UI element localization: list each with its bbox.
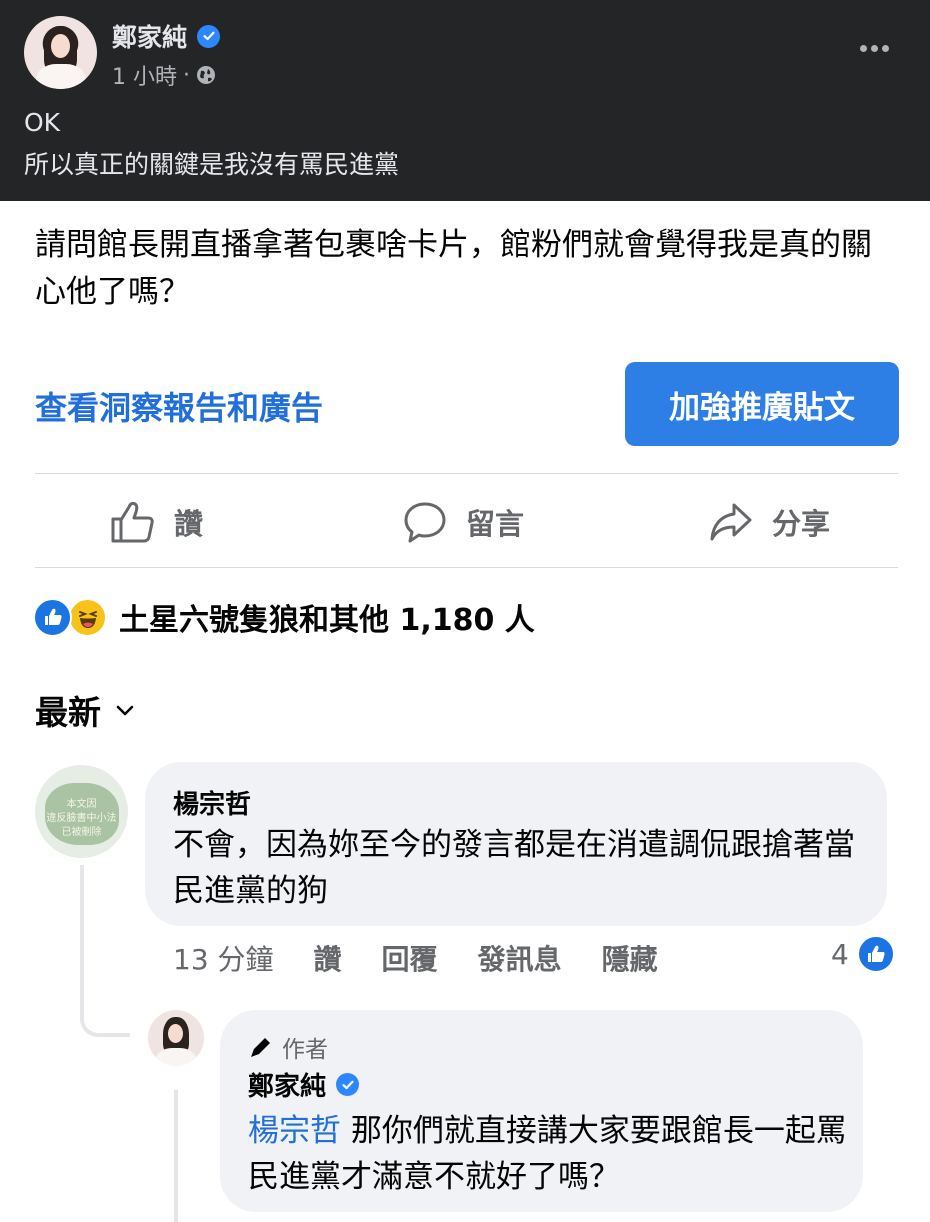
- commenter-avatar[interactable]: 本文因 違反臉書中小法 已被刪除: [35, 765, 128, 858]
- comment-bubble-icon: [404, 502, 446, 543]
- thread-line: [174, 1090, 178, 1222]
- more-options-icon[interactable]: [860, 38, 894, 58]
- divider: [35, 567, 898, 568]
- comment-time[interactable]: 13 分鐘: [173, 938, 274, 978]
- haha-reaction-icon: [68, 597, 107, 637]
- comment-like-button[interactable]: 讚: [314, 938, 342, 978]
- author-name[interactable]: 鄭家純: [112, 18, 187, 54]
- shared-text-line1: OK: [24, 108, 61, 137]
- boost-post-button[interactable]: 加強推廣貼文: [625, 362, 899, 446]
- like-action-button[interactable]: 讚: [110, 496, 203, 548]
- comment-reply-button[interactable]: 回覆: [382, 938, 438, 978]
- thread-line: [80, 865, 84, 1005]
- avatar-text: 本文因: [66, 799, 97, 810]
- comment-actions: 13 分鐘 讚 回覆 發訊息 隱藏: [173, 938, 698, 978]
- view-insights-link[interactable]: 查看洞察報告和廣告: [35, 383, 323, 429]
- reply-author[interactable]: 鄭家純: [248, 1066, 326, 1103]
- reply-author-avatar[interactable]: [148, 1010, 204, 1066]
- like-reaction-icon: [33, 597, 72, 637]
- reactions-text: 土星六號隻狼和其他 1,180 人: [119, 603, 535, 638]
- avatar-text: 已被刪除: [61, 827, 102, 838]
- comment-action-button[interactable]: 留言: [402, 496, 524, 548]
- post-text: 請問館長開直播拿著包裹啥卡片，館粉們就會覺得我是真的關心他了嗎？: [35, 227, 872, 310]
- author-badge: 作者: [248, 1030, 328, 1064]
- verified-badge-icon: [197, 24, 221, 48]
- comment-author[interactable]: 楊宗哲: [173, 784, 251, 821]
- chevron-down-icon: [116, 705, 134, 716]
- comment-message-button[interactable]: 發訊息: [478, 938, 562, 978]
- like-reaction-icon: [856, 935, 895, 973]
- divider: [35, 473, 898, 474]
- comment-bubble: 楊宗哲 不會，因為妳至今的發言都是在消遣調侃跟搶著當民進黨的狗: [145, 762, 887, 926]
- comment-sort-dropdown[interactable]: 最新: [35, 686, 137, 734]
- thumbs-up-icon: [111, 501, 154, 543]
- share-arrow-icon: [710, 503, 752, 541]
- comment-text: 不會，因為妳至今的發言都是在消遣調侃跟搶著當民進黨的狗: [173, 827, 855, 909]
- reply-author-row: 鄭家純: [248, 1066, 360, 1103]
- reactions-summary[interactable]: 土星六號隻狼和其他 1,180 人: [33, 595, 535, 639]
- comment-like-count[interactable]: 4: [831, 935, 895, 973]
- shared-post-header: 鄭家純 1 小時 · OK 所以真正的關鍵是我沒有罵民進黨: [0, 0, 930, 201]
- post-time[interactable]: 1 小時: [112, 59, 177, 91]
- avatar-text: 違反臉書中小法: [46, 813, 117, 824]
- thread-line-curve: [80, 995, 130, 1037]
- comment-hide-button[interactable]: 隱藏: [602, 938, 658, 978]
- sort-label: 最新: [35, 693, 101, 732]
- globe-icon: [197, 66, 215, 84]
- shared-text-line2: 所以真正的關鍵是我沒有罵民進黨: [24, 150, 400, 179]
- author-name-row: 鄭家純: [112, 18, 221, 54]
- author-avatar[interactable]: [24, 16, 97, 89]
- author-badge-label: 作者: [282, 1037, 328, 1063]
- share-label: 分享: [772, 507, 831, 541]
- mention-link[interactable]: 楊宗哲: [248, 1113, 341, 1149]
- comment-label: 留言: [466, 507, 525, 541]
- verified-badge-icon: [336, 1073, 360, 1096]
- meta-separator: ·: [183, 62, 190, 88]
- like-count: 4: [831, 937, 849, 971]
- reply-bubble: 作者 鄭家純 楊宗哲 那你們就直接講大家要跟館長一起罵民進黨才滿意不就好了嗎？: [220, 1010, 863, 1212]
- pencil-icon: [251, 1038, 270, 1057]
- reply-text: 楊宗哲 那你們就直接講大家要跟館長一起罵民進黨才滿意不就好了嗎？: [248, 1108, 848, 1200]
- post-meta: 1 小時 ·: [112, 59, 216, 91]
- share-action-button[interactable]: 分享: [708, 496, 830, 548]
- like-label: 讚: [174, 507, 204, 541]
